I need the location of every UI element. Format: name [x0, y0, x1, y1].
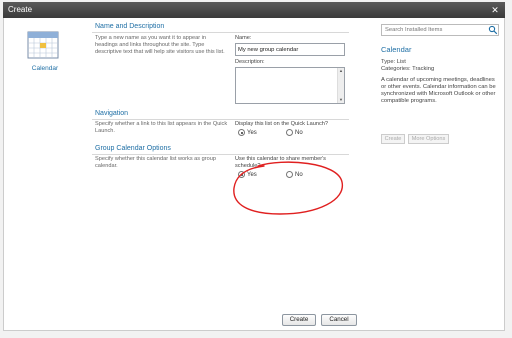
description-scrollbar[interactable]: ▲ ▼ [337, 68, 344, 103]
section-divider [92, 32, 349, 33]
section-desc-group-calendar: Specify whether this calendar list works… [95, 156, 216, 169]
details-categories: Categories: Tracking [381, 66, 435, 72]
section-title-group-calendar: Group Calendar Options [95, 145, 171, 152]
quick-launch-no-label: No [295, 129, 303, 136]
section-desc-name: Type a new name as you want it to appear… [95, 35, 225, 55]
share-schedule-question: Use this calendar to share member's sche… [235, 156, 326, 169]
quick-launch-question: Display this list on the Quick Launch? [235, 121, 328, 127]
details-title: Calendar [381, 45, 412, 54]
section-desc-navigation: Specify whether a link to this list appe… [95, 121, 228, 134]
radio-icon[interactable] [286, 171, 293, 178]
dialog-title: Create [8, 5, 33, 14]
search-icon[interactable] [488, 25, 498, 35]
more-options-button[interactable]: More Options [408, 134, 449, 144]
share-schedule-no-label: No [295, 171, 303, 178]
dialog-titlebar: Create ✕ [3, 2, 505, 18]
description-textarea[interactable]: ▲ ▼ [235, 67, 345, 104]
cancel-button[interactable]: Cancel [321, 314, 357, 326]
quick-launch-yes-label: Yes [247, 129, 257, 136]
create-form: Name and Description Type a new name as … [92, 18, 352, 331]
section-divider [92, 119, 349, 120]
name-input[interactable] [235, 43, 345, 56]
template-item-calendar[interactable]: Calendar [4, 65, 86, 72]
close-icon[interactable]: ✕ [489, 4, 501, 16]
details-pane: Calendar Type: List Categories: Tracking… [376, 18, 506, 331]
dialog-frame: Create ✕ Calendar Name and Description T… [0, 0, 512, 338]
radio-selected-icon[interactable] [238, 171, 245, 178]
section-title-navigation: Navigation [95, 110, 129, 117]
name-label: Name: [235, 35, 252, 41]
template-list: Calendar [4, 18, 86, 331]
scroll-up-icon[interactable]: ▲ [338, 68, 344, 73]
details-description: A calendar of upcoming meetings, deadlin… [381, 77, 496, 104]
details-create-button[interactable]: Create [381, 134, 405, 144]
section-divider [92, 154, 349, 155]
share-schedule-no[interactable]: No [286, 171, 303, 178]
share-schedule-yes-label: Yes [247, 171, 257, 178]
description-label: Description: [235, 59, 265, 65]
radio-selected-icon[interactable] [238, 129, 245, 136]
quick-launch-no[interactable]: No [286, 129, 303, 136]
quick-launch-yes[interactable]: Yes [238, 129, 257, 136]
radio-icon[interactable] [286, 129, 293, 136]
share-schedule-yes[interactable]: Yes [238, 171, 257, 178]
dialog-content: Calendar Name and Description Type a new… [3, 18, 505, 331]
section-title-name: Name and Description [95, 23, 165, 30]
details-type: Type: List [381, 59, 406, 65]
calendar-icon[interactable] [26, 28, 60, 62]
search-input[interactable] [381, 24, 499, 36]
create-button[interactable]: Create [282, 314, 316, 326]
scroll-down-icon[interactable]: ▼ [338, 97, 344, 102]
